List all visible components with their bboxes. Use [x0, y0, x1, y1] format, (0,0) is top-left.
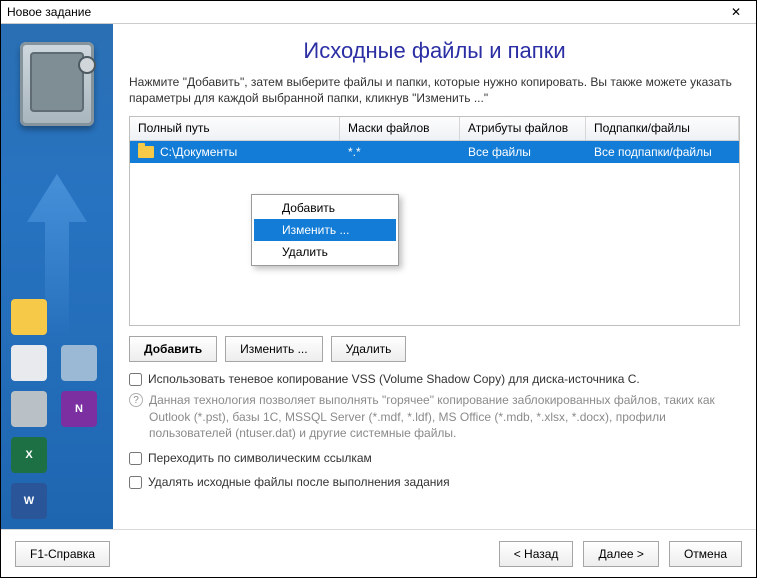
action-buttons: Добавить Изменить ... Удалить	[129, 336, 740, 362]
document-icon	[11, 345, 47, 381]
cell-subs: Все подпапки/файлы	[586, 143, 739, 161]
image-icon	[61, 345, 97, 381]
sidebar-icons: N X W	[11, 299, 97, 519]
page-description: Нажмите "Добавить", затем выберите файлы…	[129, 74, 740, 106]
back-button[interactable]: < Назад	[499, 541, 574, 567]
context-menu: Добавить Изменить ... Удалить	[251, 194, 399, 266]
vss-hint: Данная технология позволяет выполнять "г…	[149, 392, 740, 441]
context-delete[interactable]: Удалить	[254, 241, 396, 263]
safe-illustration	[12, 34, 102, 134]
delete-after-checkbox[interactable]	[129, 476, 142, 489]
footer: F1-Справка < Назад Далее > Отмена	[1, 529, 756, 577]
vss-option: Использовать теневое копирование VSS (Vo…	[129, 372, 740, 386]
delete-after-label: Удалять исходные файлы после выполнения …	[148, 475, 450, 489]
table-header: Полный путь Маски файлов Атрибуты файлов…	[130, 117, 739, 141]
source-table: Полный путь Маски файлов Атрибуты файлов…	[129, 116, 740, 326]
table-row[interactable]: C:\Документы *.* Все файлы Все подпапки/…	[130, 141, 739, 163]
list-icon	[11, 391, 47, 427]
context-add[interactable]: Добавить	[254, 197, 396, 219]
question-icon: ?	[129, 393, 143, 407]
help-button[interactable]: F1-Справка	[15, 541, 110, 567]
onenote-icon: N	[61, 391, 97, 427]
main-panel: Исходные файлы и папки Нажмите "Добавить…	[113, 24, 756, 529]
excel-icon: X	[11, 437, 47, 473]
cancel-button[interactable]: Отмена	[669, 541, 742, 567]
symlinks-checkbox[interactable]	[129, 452, 142, 465]
symlinks-option: Переходить по символическим ссылкам	[129, 451, 740, 465]
delete-after-option: Удалять исходные файлы после выполнения …	[129, 475, 740, 489]
close-icon: ✕	[731, 5, 741, 19]
titlebar: Новое задание ✕	[1, 1, 756, 24]
cell-path: C:\Документы	[160, 145, 237, 159]
vss-checkbox[interactable]	[129, 373, 142, 386]
col-masks[interactable]: Маски файлов	[340, 117, 460, 140]
folder-icon	[11, 299, 47, 335]
window-title: Новое задание	[7, 5, 91, 19]
window-body: N X W Исходные файлы и папки Нажмите "До…	[1, 24, 756, 529]
close-button[interactable]: ✕	[716, 1, 756, 23]
col-path[interactable]: Полный путь	[130, 117, 340, 140]
delete-button[interactable]: Удалить	[331, 336, 407, 362]
edit-button[interactable]: Изменить ...	[225, 336, 322, 362]
window: Новое задание ✕ N X W	[0, 0, 757, 578]
page-title: Исходные файлы и папки	[129, 38, 740, 64]
symlinks-label: Переходить по символическим ссылкам	[148, 451, 372, 465]
cell-attrs: Все файлы	[460, 143, 586, 161]
next-button[interactable]: Далее >	[583, 541, 659, 567]
folder-icon	[138, 146, 154, 158]
col-attrs[interactable]: Атрибуты файлов	[460, 117, 586, 140]
context-edit[interactable]: Изменить ...	[254, 219, 396, 241]
col-subs[interactable]: Подпапки/файлы	[586, 117, 739, 140]
word-icon: W	[11, 483, 47, 519]
sidebar: N X W	[1, 24, 113, 529]
vss-label: Использовать теневое копирование VSS (Vo…	[148, 372, 640, 386]
add-button[interactable]: Добавить	[129, 336, 217, 362]
vss-hint-row: ? Данная технология позволяет выполнять …	[129, 392, 740, 441]
cell-masks: *.*	[340, 143, 460, 161]
